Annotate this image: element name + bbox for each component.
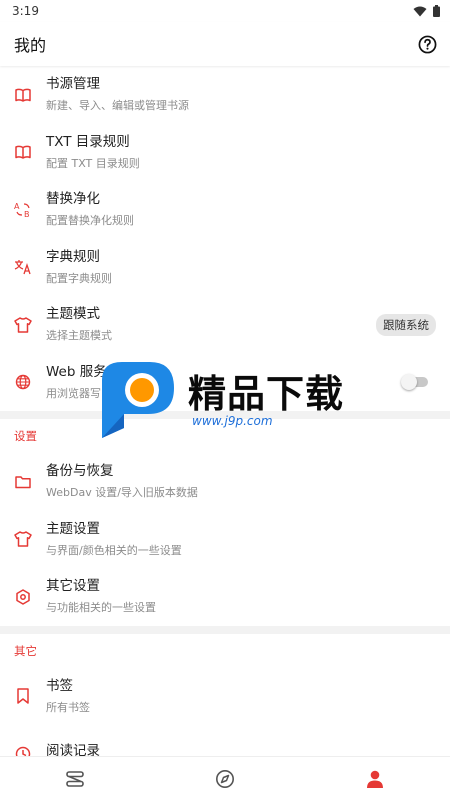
- bookmarks-item[interactable]: 书签 所有书签: [0, 668, 450, 726]
- row-icon: [0, 746, 46, 756]
- row-subtitle: 配置字典规则: [46, 271, 112, 285]
- backup-restore-item[interactable]: 备份与恢复 WebDav 设置/导入旧版本数据: [0, 453, 450, 511]
- tshirt-icon: [14, 531, 32, 547]
- nav-discover[interactable]: [185, 757, 265, 800]
- other-section-header: 其它: [0, 633, 450, 668]
- row-subtitle: 配置替换净化规则: [46, 214, 134, 228]
- clock-icon: [15, 746, 31, 756]
- settings-card: 设置 备份与恢复 WebDav 设置/导入旧版本数据 主题设置 与界面/颜色相关…: [0, 419, 450, 626]
- row-title: 阅读记录: [46, 743, 100, 756]
- nav-my[interactable]: [335, 757, 415, 800]
- row-subtitle: 新建、导入、编辑或管理书源: [46, 99, 189, 113]
- web-service-toggle[interactable]: [401, 374, 428, 391]
- svg-text:A: A: [14, 202, 20, 211]
- txt-toc-rule-item[interactable]: TXT 目录规则 配置 TXT 目录规则: [0, 124, 450, 182]
- replace-icon: A B: [14, 202, 30, 218]
- row-subtitle: 所有书签: [46, 700, 90, 714]
- main-card: 书源管理 新建、导入、编辑或管理书源 TXT 目录规则 配置 TXT 目录规则 …: [0, 66, 450, 411]
- row-icon: [0, 688, 46, 704]
- row-icon: [0, 145, 46, 159]
- bookshelf-icon: [66, 770, 84, 787]
- svg-text:B: B: [24, 210, 30, 218]
- row-title: 字典规则: [46, 248, 100, 265]
- row-icon: [0, 317, 46, 333]
- replace-purify-item[interactable]: A B 替换净化 配置替换净化规则: [0, 181, 450, 239]
- theme-mode-chip[interactable]: 跟随系统: [376, 313, 436, 336]
- row-title: 书签: [46, 677, 73, 694]
- row-title: 主题设置: [46, 520, 100, 537]
- row-subtitle: 用浏览器写: [46, 386, 101, 400]
- row-icon: [0, 374, 46, 390]
- folder-icon: [15, 476, 31, 488]
- row-subtitle: 与界面/颜色相关的一些设置: [46, 543, 182, 557]
- settings-icon: [16, 589, 30, 605]
- help-button[interactable]: [416, 33, 438, 55]
- bottom-nav: [0, 756, 450, 800]
- settings-section-header: 设置: [0, 419, 450, 453]
- other-settings-item[interactable]: 其它设置 与功能相关的一些设置: [0, 568, 450, 626]
- book-source-manage-item[interactable]: 书源管理 新建、导入、编辑或管理书源: [0, 66, 450, 124]
- translate-icon: [14, 260, 31, 275]
- globe-icon: [15, 375, 31, 390]
- theme-settings-item[interactable]: 主题设置 与界面/颜色相关的一些设置: [0, 511, 450, 569]
- row-icon: A B: [0, 202, 46, 218]
- row-icon: [0, 475, 46, 489]
- dictionary-rule-item[interactable]: 字典规则 配置字典规则: [0, 239, 450, 297]
- status-bar: 3:19: [0, 0, 450, 22]
- row-title: 其它设置: [46, 578, 100, 595]
- section-gap: [0, 411, 450, 419]
- row-title: TXT 目录规则: [46, 133, 130, 150]
- page-title: 我的: [14, 36, 47, 55]
- web-service-item[interactable]: Web 服务 用浏览器写: [0, 354, 450, 412]
- tshirt-icon: [14, 317, 32, 333]
- content-scroll[interactable]: 书源管理 新建、导入、编辑或管理书源 TXT 目录规则 配置 TXT 目录规则 …: [0, 66, 450, 756]
- row-title: 替换净化: [46, 191, 100, 208]
- row-title: 备份与恢复: [46, 463, 114, 480]
- row-icon: [0, 589, 46, 605]
- row-subtitle: 与功能相关的一些设置: [46, 601, 156, 615]
- book-open-icon: [15, 88, 31, 102]
- toggle-knob: [401, 374, 417, 391]
- book-open-icon: [15, 145, 31, 159]
- section-gap: [0, 625, 450, 634]
- bookmark-icon: [17, 688, 29, 704]
- reading-history-item[interactable]: 阅读记录: [0, 725, 450, 756]
- row-icon: [0, 88, 46, 102]
- row-subtitle: 配置 TXT 目录规则: [46, 156, 140, 170]
- app-bar: 我的: [0, 22, 450, 66]
- status-time: 3:19: [12, 4, 39, 18]
- battery-icon: [433, 5, 440, 17]
- nav-bookshelf[interactable]: [35, 757, 115, 800]
- row-icon: [0, 531, 46, 547]
- row-title: 书源管理: [46, 76, 100, 93]
- row-icon: [0, 259, 46, 275]
- wifi-icon: [413, 6, 427, 16]
- row-title: Web 服务: [46, 363, 107, 380]
- help-circle-icon: [418, 35, 436, 53]
- compass-icon: [216, 769, 234, 788]
- status-icons: [413, 5, 440, 17]
- theme-mode-item[interactable]: 主题模式 选择主题模式 跟随系统: [0, 296, 450, 354]
- row-subtitle: WebDav 设置/导入旧版本数据: [46, 486, 198, 500]
- other-card: 其它 书签 所有书签 阅读记录: [0, 633, 450, 756]
- person-icon: [367, 770, 383, 788]
